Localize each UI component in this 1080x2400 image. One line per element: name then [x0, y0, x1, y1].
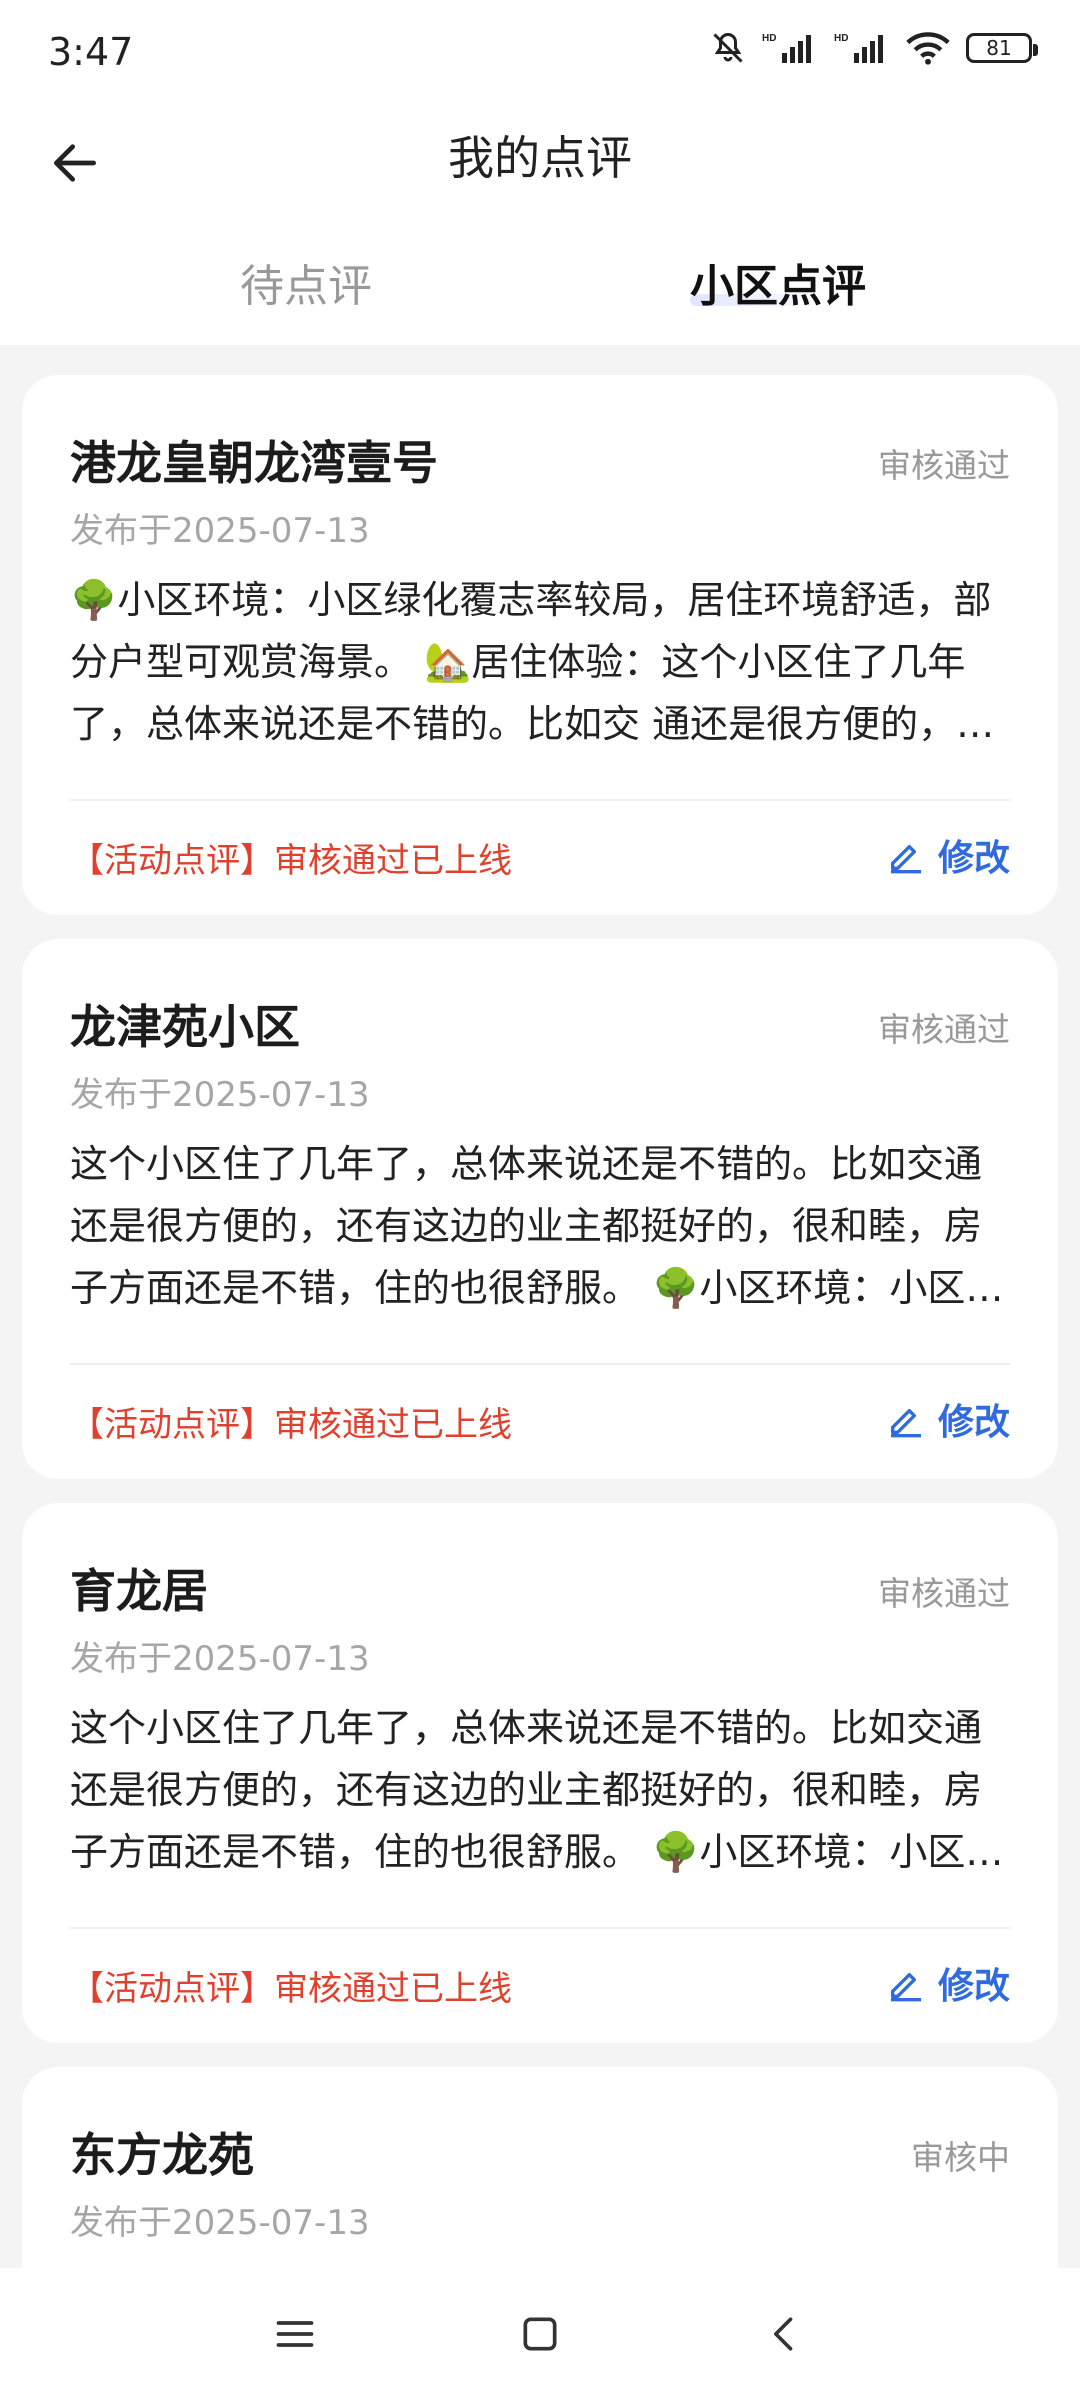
community-name: 港龙皇朝龙湾壹号 — [70, 436, 438, 490]
publish-date: 发布于2025-07-13 — [70, 2203, 370, 2243]
wifi-icon — [906, 31, 950, 65]
edit-label: 修改 — [937, 1402, 1010, 1443]
battery-level: 81 — [986, 36, 1012, 60]
hd-signal-icon: HD — [834, 31, 890, 65]
system-nav-bar — [0, 2268, 1080, 2400]
divider — [70, 1363, 1010, 1365]
activity-note: 【活动点评】审核通过已上线 — [70, 841, 512, 881]
nav-back-button[interactable] — [745, 2294, 825, 2374]
review-text: 这个小区住了几年了，总体来说还是不错的。比如交通还是很方便的，还有这边的业主都挺… — [70, 1706, 1004, 1874]
tab-bar: 待点评 小区点评 — [0, 220, 1080, 345]
edit-button[interactable]: 修改 — [886, 829, 1010, 881]
divider — [70, 1927, 1010, 1929]
review-text: 这个小区住了几年了，总体来说还是不错的。比如交通还是很方便的，还有这边的业主都挺… — [70, 1142, 1004, 1310]
home-square-icon — [523, 2317, 557, 2351]
review-status: 审核通过 — [878, 446, 1010, 485]
edit-pencil-icon — [890, 845, 921, 874]
review-list: 港龙皇朝龙湾壹号 审核通过 发布于2025-07-13 🌳小区环境：小区绿化覆志… — [22, 375, 1058, 2341]
publish-date: 发布于2025-07-13 — [70, 511, 370, 551]
app-header: 我的点评 — [0, 100, 1080, 220]
tab-pending-review[interactable]: 待点评 — [240, 250, 372, 314]
hd-signal-icon: HD — [762, 31, 818, 65]
edit-label: 修改 — [937, 1966, 1010, 2007]
chevron-left-icon — [774, 2317, 793, 2351]
community-name: 育龙居 — [70, 1564, 208, 1618]
page-title: 我的点评 — [448, 131, 632, 185]
menu-icon — [276, 2321, 314, 2347]
community-name: 龙津苑小区 — [70, 1000, 300, 1054]
review-status: 审核通过 — [878, 1010, 1010, 1049]
mute-bell-icon — [710, 30, 746, 66]
edit-button[interactable]: 修改 — [886, 1957, 1010, 2009]
svg-text:HD: HD — [834, 33, 848, 44]
status-bar: 3:47 HD HD 81 — [0, 0, 1080, 100]
divider — [70, 799, 1010, 801]
community-name: 东方龙苑 — [70, 2128, 254, 2182]
tab-community-review[interactable]: 小区点评 — [690, 250, 866, 314]
home-button[interactable] — [500, 2294, 580, 2374]
activity-note: 【活动点评】审核通过已上线 — [70, 1969, 512, 2009]
review-card[interactable]: 育龙居 审核通过 发布于2025-07-13 这个小区住了几年了，总体来说还是不… — [22, 1503, 1058, 2043]
svg-text:HD: HD — [762, 33, 776, 44]
battery-icon: 81 — [966, 33, 1038, 63]
review-text: 🌳小区环境：小区绿化覆志率较局，居住环境舒适，部分户型可观赏海景。 🏡居住体验：… — [70, 578, 995, 746]
menu-button[interactable] — [255, 2294, 335, 2374]
status-icons: HD HD 81 — [710, 30, 1038, 66]
activity-note: 【活动点评】审核通过已上线 — [70, 1405, 512, 1445]
review-status: 审核通过 — [878, 1574, 1010, 1613]
status-time: 3:47 — [48, 30, 134, 74]
edit-button[interactable]: 修改 — [886, 1393, 1010, 1445]
review-card[interactable]: 港龙皇朝龙湾壹号 审核通过 发布于2025-07-13 🌳小区环境：小区绿化覆志… — [22, 375, 1058, 915]
publish-date: 发布于2025-07-13 — [70, 1075, 370, 1115]
review-status: 审核中 — [911, 2138, 1010, 2177]
edit-pencil-icon — [890, 1409, 921, 1438]
publish-date: 发布于2025-07-13 — [70, 1639, 370, 1679]
edit-pencil-icon — [890, 1973, 921, 2002]
review-card[interactable]: 龙津苑小区 审核通过 发布于2025-07-13 这个小区住了几年了，总体来说还… — [22, 939, 1058, 1479]
edit-label: 修改 — [937, 838, 1010, 879]
